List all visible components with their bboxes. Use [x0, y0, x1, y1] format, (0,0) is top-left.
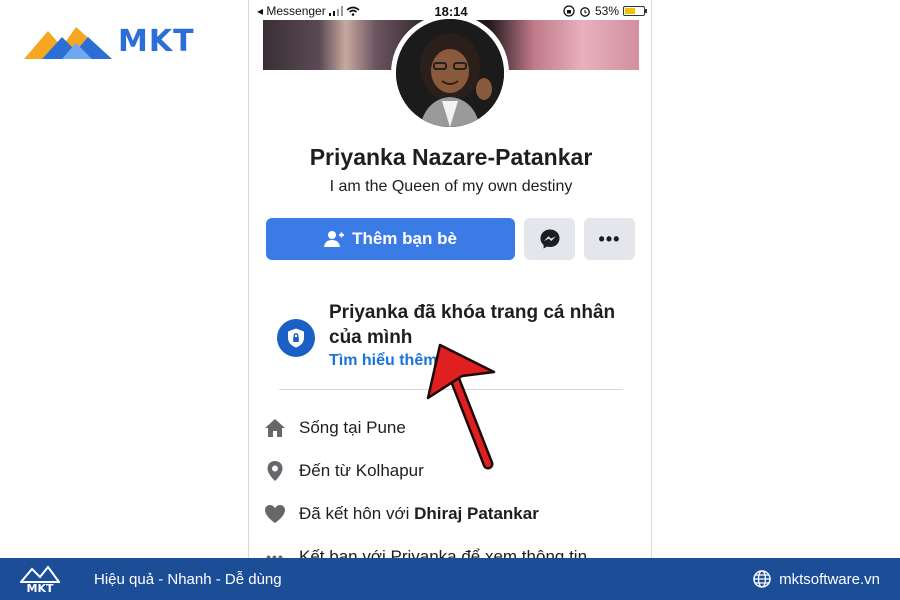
footer-logo-text: MKT [26, 581, 54, 595]
footer-website-text[interactable]: mktsoftware.vn [779, 571, 880, 588]
info-row-friend-prompt: ••• Kết bạn với Priyanka để xem thông ti… [263, 544, 587, 558]
locked-profile-title: Priyanka đã khóa trang cá nhân của mình [329, 302, 616, 348]
info-from-text: Đến từ Kolhapur [299, 461, 424, 480]
more-icon: ••• [598, 229, 621, 249]
brand-logo: MKT [22, 16, 212, 66]
heart-icon [263, 502, 287, 526]
info-row-married: Đã kết hôn với Dhiraj Patankar [263, 501, 539, 527]
brand-mountain-icon [24, 27, 112, 59]
back-to-app-link[interactable]: ◂ Messenger [257, 4, 326, 18]
learn-more-link[interactable]: Tìm hiểu thêm [329, 352, 437, 370]
profile-name: Priyanka Nazare-Patankar [309, 144, 593, 170]
more-icon: ••• [266, 549, 284, 558]
footer-banner: MKT Hiệu quả - Nhanh - Dễ dùng mktsoftwa… [0, 558, 900, 600]
footer-slogan: Hiệu quả - Nhanh - Dễ dùng [94, 570, 282, 588]
wifi-icon [346, 6, 360, 16]
battery-percent: 53% [594, 4, 619, 18]
alarm-icon [580, 7, 590, 17]
footer-website[interactable]: mktsoftware.vn [753, 570, 880, 588]
status-bar: ◂ Messenger 18:14 53% [249, 0, 651, 22]
rotation-lock-icon [563, 5, 575, 17]
signal-icon [328, 6, 343, 16]
brand-logo-text: MKT [118, 23, 195, 59]
profile-picture[interactable] [396, 19, 504, 127]
profile-picture-frame[interactable] [391, 14, 509, 132]
location-pin-icon [263, 459, 287, 483]
avatar-illustration [396, 19, 504, 127]
footer-mountain-icon [20, 564, 60, 583]
info-row-lives-in: Sống tại Pune [263, 415, 406, 441]
shield-lock-icon [277, 319, 315, 357]
globe-icon [753, 570, 771, 588]
spouse-name[interactable]: Dhiraj Patankar [414, 504, 539, 523]
info-friend-prompt-text: Kết bạn với Priyanka để xem thông tin [299, 547, 588, 558]
info-married-text: Đã kết hôn với Dhiraj Patankar [299, 504, 539, 523]
message-button[interactable] [524, 218, 575, 260]
phone-screen: ◂ Messenger 18:14 53% Priyanka Nazare-Pa… [248, 0, 652, 558]
home-icon [263, 416, 287, 440]
add-friend-icon [324, 231, 345, 247]
locked-profile-notice: Priyanka đã khóa trang cá nhân của mình … [277, 298, 637, 378]
battery-level [625, 8, 635, 14]
info-lives-in-text: Sống tại Pune [299, 418, 406, 437]
battery-icon [623, 6, 647, 16]
profile-bio: I am the Queen of my own destiny [329, 178, 573, 195]
more-options-button[interactable]: ••• [584, 218, 635, 260]
status-time: 18:14 [434, 3, 468, 19]
footer-logo: MKT [20, 563, 60, 595]
add-friend-button[interactable]: Thêm bạn bè [266, 218, 515, 260]
messenger-icon [540, 229, 559, 249]
screenshot-canvas: MKT ◂ Messenger 18:14 53% Priyanka Nazar… [0, 0, 900, 600]
info-row-from: Đến từ Kolhapur [263, 458, 424, 484]
section-divider [279, 389, 623, 390]
add-friend-label: Thêm bạn bè [352, 229, 457, 248]
